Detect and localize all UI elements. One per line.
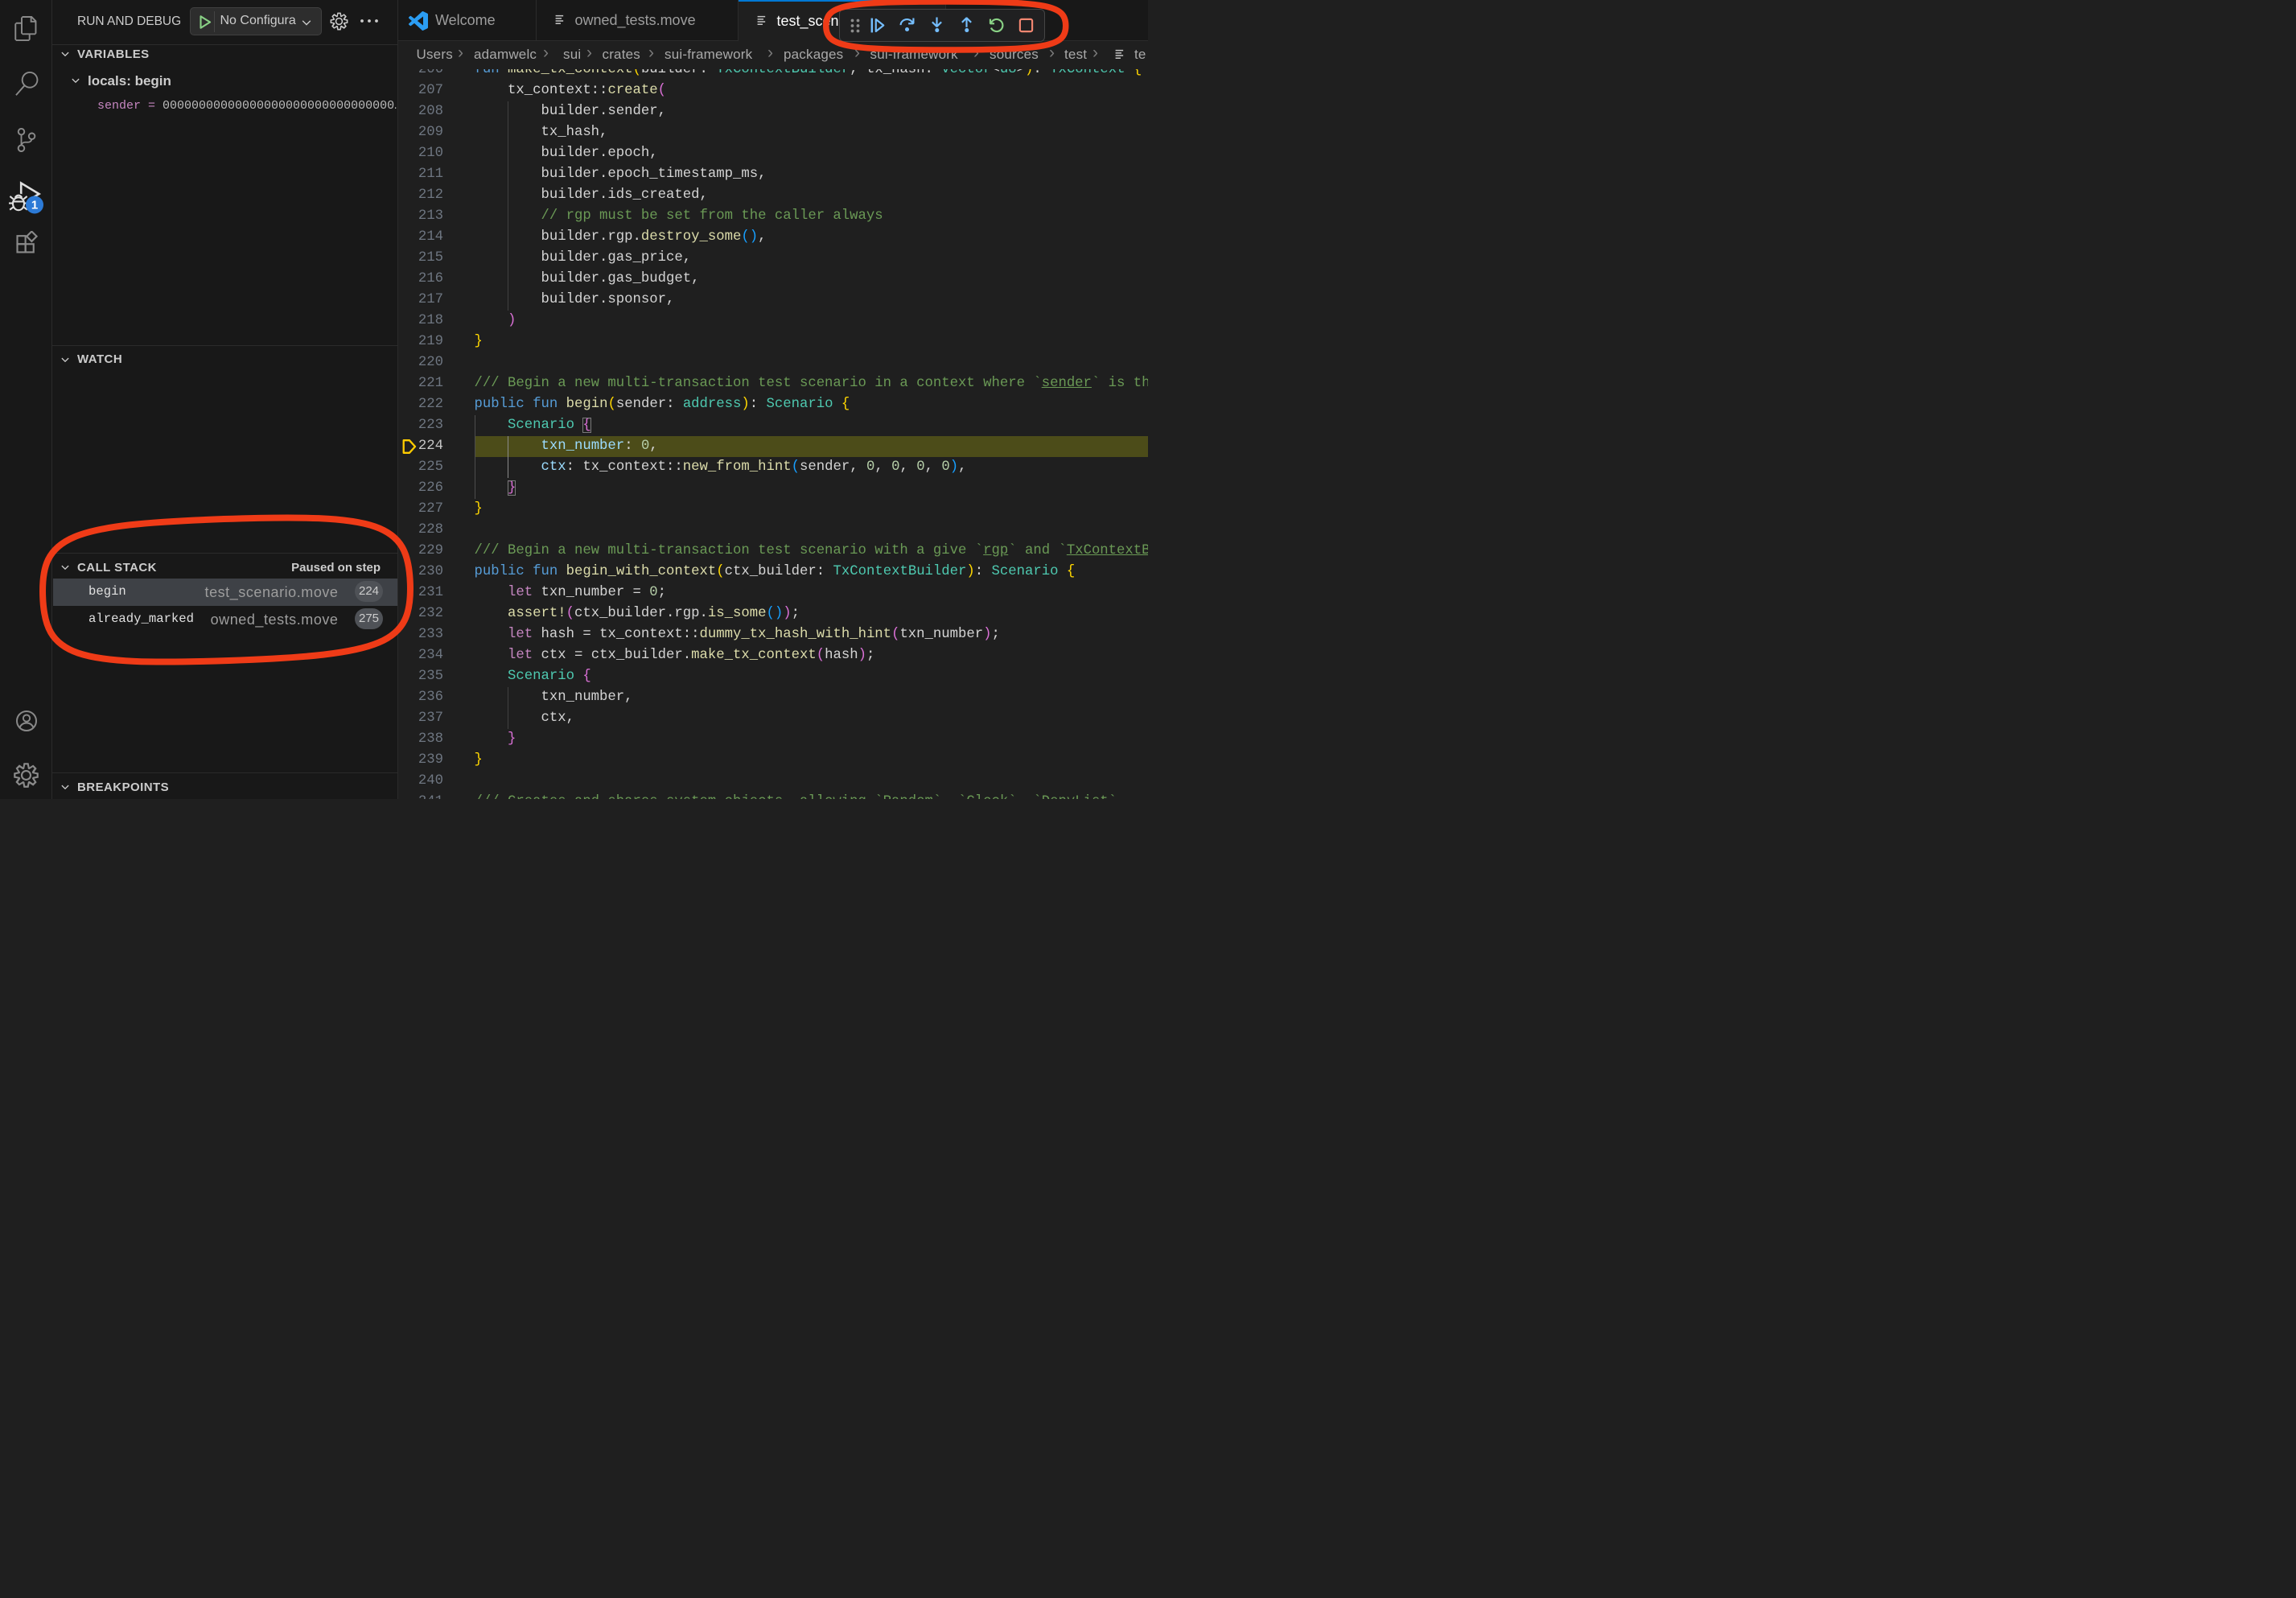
svg-text:1: 1 [31, 199, 38, 212]
